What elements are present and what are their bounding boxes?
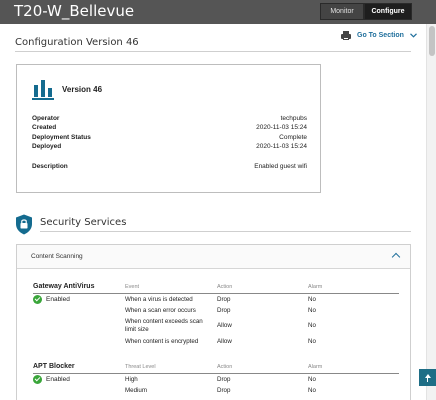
event-cell: When content is encrypted <box>125 338 199 345</box>
scrollbar-thumb[interactable] <box>429 26 435 56</box>
field-value: Complete <box>279 134 307 141</box>
alarm-cell: No <box>308 387 316 394</box>
field-label: Deployment Status <box>32 134 91 141</box>
tab-monitor[interactable]: Monitor <box>320 3 364 20</box>
alarm-cell: No <box>308 376 316 383</box>
field-label: Deployed <box>32 143 62 150</box>
content-scanning-panel: Content Scanning Gateway AntiVirus Event… <box>16 244 411 400</box>
column-header: Alarm <box>308 364 323 370</box>
divider <box>33 293 399 294</box>
field-label: Description <box>32 163 68 170</box>
alarm-cell: No <box>308 307 316 314</box>
field-value: techpubs <box>280 115 307 122</box>
service-name: Gateway AntiVirus <box>33 283 95 290</box>
panel-title: Content Scanning <box>31 253 83 260</box>
threat-level-cell: High <box>125 376 138 383</box>
column-header: Event <box>125 284 140 290</box>
check-circle-icon <box>33 375 42 384</box>
event-cell: When a scan error occurs <box>125 307 196 314</box>
alarm-cell: No <box>308 322 316 329</box>
tab-configure[interactable]: Configure <box>364 3 412 20</box>
chevron-down-icon[interactable] <box>410 33 417 38</box>
column-header: Threat Level <box>125 364 156 370</box>
action-cell: Allow <box>217 338 232 345</box>
go-to-section-button[interactable]: Go To Section <box>341 31 417 40</box>
action-cell: Allow <box>217 322 232 329</box>
action-cell: Drop <box>217 296 231 303</box>
event-cell: When a virus is detected <box>125 296 193 303</box>
field-value: Enabled guest wifi <box>254 163 307 170</box>
version-card: Version 46 Operator techpubs Created 202… <box>16 64 321 193</box>
lock-icon <box>16 214 32 235</box>
panel-header[interactable]: Content Scanning <box>17 245 410 269</box>
action-cell: Drop <box>217 307 231 314</box>
alarm-cell: No <box>308 296 316 303</box>
event-cell: When content exceeds scan limit size <box>125 318 203 333</box>
go-to-section-label[interactable]: Go To Section <box>357 32 404 39</box>
divider <box>33 373 399 374</box>
version-label: Version 46 <box>62 85 103 94</box>
service-name: APT Blocker <box>33 363 75 370</box>
action-cell: Drop <box>217 387 231 394</box>
printer-icon[interactable] <box>341 31 351 40</box>
divider <box>40 231 411 232</box>
status-badge: Enabled <box>33 295 70 304</box>
column-header: Action <box>217 284 233 290</box>
column-header: Action <box>217 364 233 370</box>
status-label: Enabled <box>46 376 70 383</box>
page-title: Configuration Version 46 <box>15 37 139 48</box>
status-badge: Enabled <box>33 375 70 384</box>
top-bar: T20-W_Bellevue Monitor Configure <box>0 0 436 24</box>
field-label: Operator <box>32 115 60 122</box>
threat-level-cell: Medium <box>125 387 148 394</box>
divider <box>15 51 411 52</box>
app-title: T20-W_Bellevue <box>14 2 135 20</box>
column-header: Alarm <box>308 284 323 290</box>
bar-chart-icon <box>32 78 54 100</box>
field-label: Created <box>32 124 57 131</box>
vertical-scrollbar[interactable] <box>426 24 436 400</box>
check-circle-icon <box>33 295 42 304</box>
chevron-up-icon[interactable] <box>391 252 401 262</box>
action-cell: Drop <box>217 376 231 383</box>
section-title-security: Security Services <box>40 217 127 228</box>
scroll-to-top-button[interactable] <box>419 369 436 386</box>
status-label: Enabled <box>46 296 70 303</box>
field-value: 2020-11-03 15:24 <box>256 143 307 150</box>
alarm-cell: No <box>308 338 316 345</box>
field-value: 2020-11-03 15:24 <box>256 124 307 131</box>
